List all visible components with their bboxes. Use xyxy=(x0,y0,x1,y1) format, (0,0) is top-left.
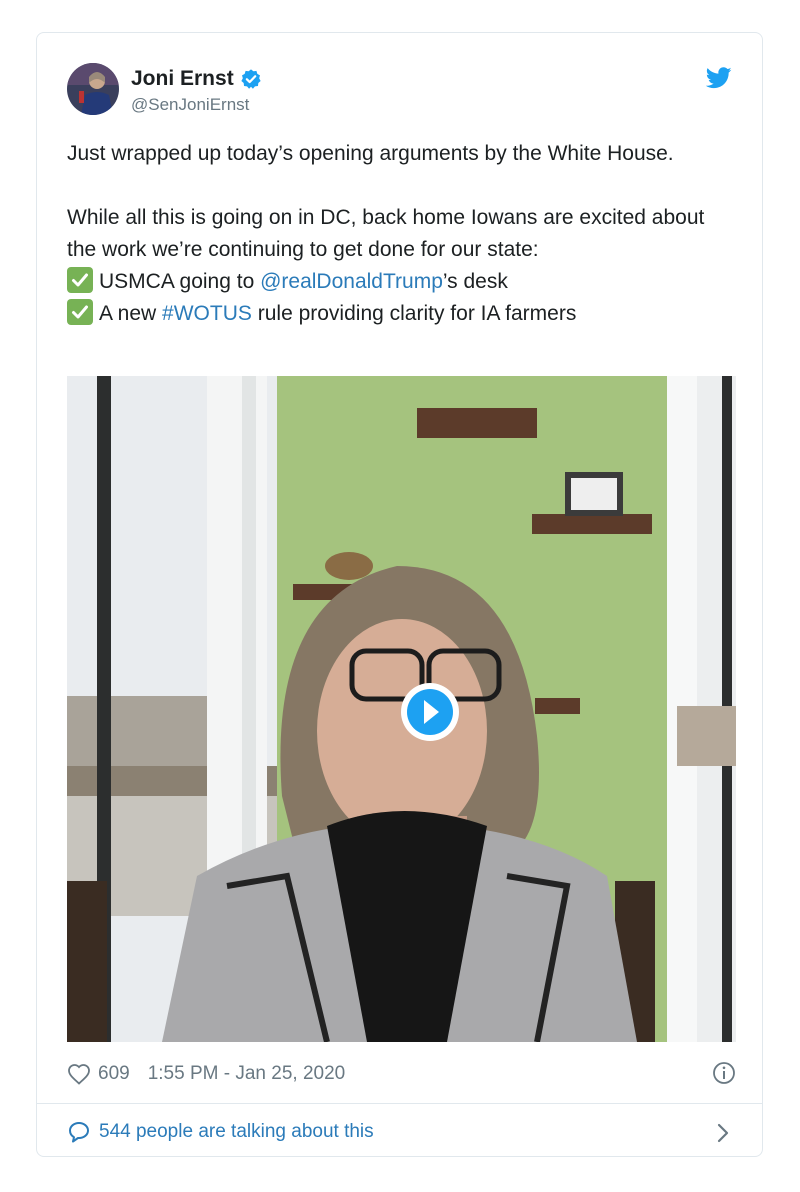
footer-divider xyxy=(37,1103,762,1104)
twitter-bird-icon[interactable] xyxy=(705,67,732,94)
tweet-paragraph-2: While all this is going on in DC, back h… xyxy=(67,206,705,261)
check-mark-button-icon xyxy=(67,299,93,325)
tweet-list-item-1: USMCA going to @realDonaldTrump’s desk xyxy=(67,266,727,298)
like-count: 609 xyxy=(98,1063,130,1084)
speech-bubble-icon xyxy=(69,1122,89,1143)
tweet-text: Just wrapped up today’s opening argument… xyxy=(67,138,727,330)
verified-badge-icon xyxy=(241,69,261,89)
conversation-count-label[interactable]: 544 people are talking about this xyxy=(99,1121,374,1143)
chevron-right-icon[interactable] xyxy=(716,1122,730,1144)
tweet-card: Joni Ernst @SenJoniErnst Just wrapped up… xyxy=(36,32,763,1157)
author-name-text[interactable]: Joni Ernst xyxy=(131,67,234,91)
heart-icon xyxy=(68,1064,90,1085)
author-name[interactable]: Joni Ernst xyxy=(131,67,262,91)
tweet-list-item-2: A new #WOTUS rule providing clarity for … xyxy=(67,298,727,330)
play-button[interactable] xyxy=(401,683,459,741)
tweet-paragraph-1: Just wrapped up today’s opening argument… xyxy=(67,142,674,165)
hashtag-link[interactable]: #WOTUS xyxy=(162,302,252,325)
author-handle[interactable]: @SenJoniErnst xyxy=(131,95,249,115)
check-mark-button-icon xyxy=(67,267,93,293)
tweet-timestamp[interactable]: 1:55 PM - Jan 25, 2020 xyxy=(148,1063,346,1085)
play-icon xyxy=(407,689,453,735)
info-icon[interactable] xyxy=(712,1061,736,1091)
mention-link[interactable]: @realDonaldTrump xyxy=(260,270,443,293)
conversation-link[interactable]: 544 people are talking about this xyxy=(67,1117,736,1147)
like-button[interactable]: 609 xyxy=(67,1063,130,1085)
video-player[interactable] xyxy=(67,376,736,1042)
tweet-meta: 609 1:55 PM - Jan 25, 2020 xyxy=(67,1061,736,1087)
author-avatar[interactable] xyxy=(67,63,119,115)
